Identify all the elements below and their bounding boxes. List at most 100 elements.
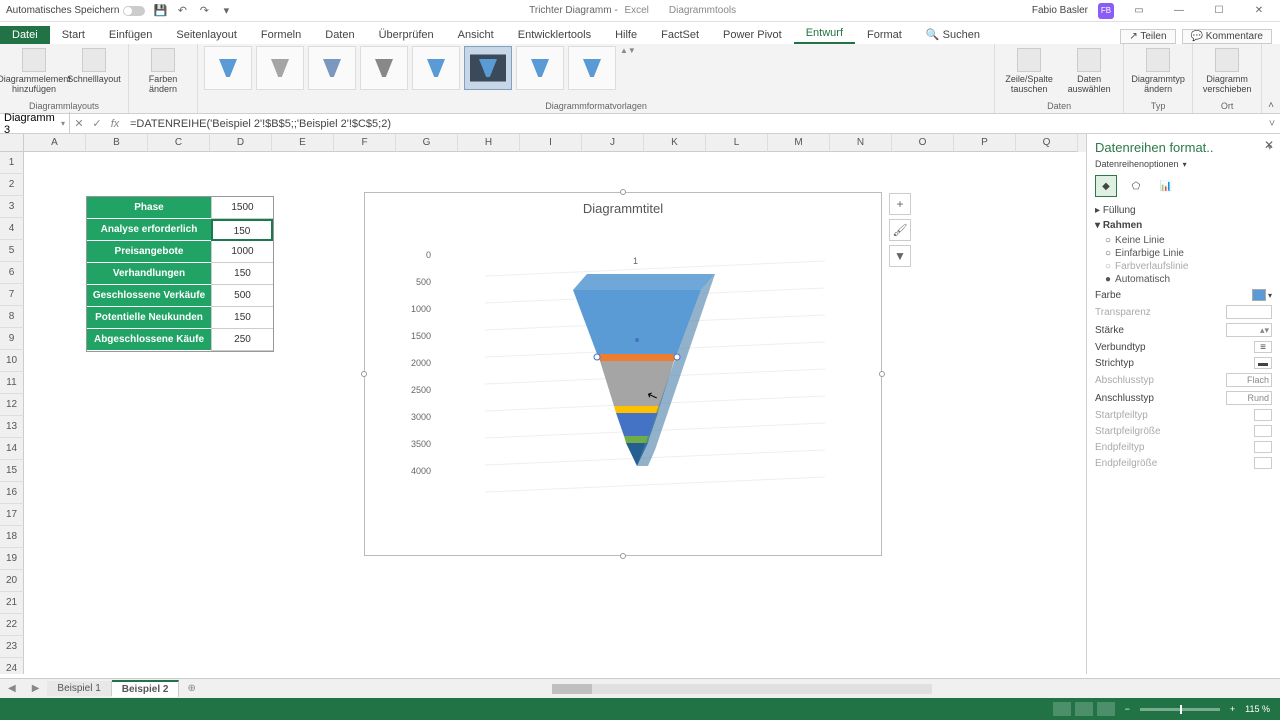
- horizontal-scrollbar[interactable]: [204, 684, 1280, 694]
- resize-handle[interactable]: [620, 189, 626, 195]
- series-analyse[interactable]: [597, 354, 677, 361]
- row-header[interactable]: 9: [0, 328, 24, 350]
- view-pagebreak-icon[interactable]: [1097, 702, 1115, 716]
- formula-input[interactable]: =DATENREIHE('Beispiel 2'!$B$5;;'Beispiel…: [124, 118, 1264, 130]
- autosave-toggle[interactable]: Automatisches Speichern: [6, 5, 145, 16]
- tab-design[interactable]: Entwurf: [794, 24, 855, 44]
- avatar[interactable]: FB: [1098, 3, 1114, 19]
- chart-style-5[interactable]: [412, 46, 460, 90]
- row-header[interactable]: 23: [0, 636, 24, 658]
- expand-formula-icon[interactable]: ˅: [1264, 118, 1280, 130]
- tab-start[interactable]: Start: [50, 26, 97, 44]
- zoom-in-icon[interactable]: +: [1230, 704, 1235, 714]
- name-box[interactable]: Diagramm 3▾: [0, 112, 70, 136]
- chart-plot-area[interactable]: [485, 256, 825, 516]
- series-verhandlungen[interactable]: [614, 406, 660, 413]
- row-headers[interactable]: 1234567891011121314151617181920212223242…: [0, 152, 24, 674]
- row-header[interactable]: 19: [0, 548, 24, 570]
- row-header[interactable]: 24: [0, 658, 24, 674]
- table-row-value[interactable]: 150: [211, 219, 273, 241]
- border-gradient-radio[interactable]: ○ Farbverlaufslinie: [1105, 261, 1272, 272]
- column-header[interactable]: K: [644, 134, 706, 152]
- view-pagelayout-icon[interactable]: [1075, 702, 1093, 716]
- row-header[interactable]: 1: [0, 152, 24, 174]
- column-header[interactable]: H: [458, 134, 520, 152]
- tab-review[interactable]: Überprüfen: [367, 26, 446, 44]
- column-header[interactable]: G: [396, 134, 458, 152]
- tab-search[interactable]: 🔍 Suchen: [914, 25, 992, 44]
- comments-button[interactable]: 💬 Kommentare: [1182, 29, 1272, 44]
- row-header[interactable]: 22: [0, 614, 24, 636]
- width-row[interactable]: Stärke▴▾: [1095, 323, 1272, 337]
- row-header[interactable]: 11: [0, 372, 24, 394]
- cancel-icon[interactable]: ✕: [70, 117, 88, 130]
- enter-icon[interactable]: ✓: [88, 117, 106, 130]
- row-header[interactable]: 2: [0, 174, 24, 196]
- zoom-level[interactable]: 115 %: [1245, 704, 1270, 714]
- column-headers[interactable]: ABCDEFGHIJKLMNOPQ: [24, 134, 1086, 152]
- chart-style-7[interactable]: [516, 46, 564, 90]
- table-row-label[interactable]: Potentielle Neukunden: [87, 307, 211, 329]
- table-row-label[interactable]: Abgeschlossene Käufe: [87, 329, 211, 351]
- save-icon[interactable]: 💾: [153, 4, 167, 18]
- column-header[interactable]: M: [768, 134, 830, 152]
- collapse-ribbon-icon[interactable]: ˄: [1262, 98, 1280, 113]
- close-pane-icon[interactable]: ✕: [1264, 138, 1274, 152]
- tab-developer[interactable]: Entwicklertools: [506, 26, 603, 44]
- column-header[interactable]: O: [892, 134, 954, 152]
- row-header[interactable]: 8: [0, 306, 24, 328]
- chart-styles-gallery[interactable]: ▲▼: [204, 46, 988, 101]
- row-header[interactable]: 16: [0, 482, 24, 504]
- table-row-label[interactable]: Analyse erforderlich: [87, 219, 211, 241]
- color-row[interactable]: Farbe▾: [1095, 289, 1272, 301]
- row-header[interactable]: 5: [0, 240, 24, 262]
- fx-icon[interactable]: fx: [106, 118, 124, 130]
- tab-factset[interactable]: FactSet: [649, 26, 711, 44]
- zoom-slider[interactable]: [1140, 708, 1220, 711]
- select-all-cell[interactable]: [0, 134, 24, 152]
- border-solid-radio[interactable]: ○ Einfarbige Linie: [1105, 248, 1272, 259]
- table-row-label[interactable]: Geschlossene Verkäufe: [87, 285, 211, 307]
- column-header[interactable]: Q: [1016, 134, 1078, 152]
- column-header[interactable]: I: [520, 134, 582, 152]
- border-auto-radio[interactable]: ● Automatisch: [1105, 274, 1272, 285]
- tab-view[interactable]: Ansicht: [446, 26, 506, 44]
- compound-row[interactable]: Verbundtyp≡: [1095, 341, 1272, 353]
- row-header[interactable]: 15: [0, 460, 24, 482]
- sheet-nav-next[interactable]: ▶: [24, 683, 48, 694]
- column-header[interactable]: E: [272, 134, 334, 152]
- change-chart-type-button[interactable]: Diagrammtyp ändern: [1130, 46, 1186, 94]
- row-header[interactable]: 10: [0, 350, 24, 372]
- add-chart-element-button[interactable]: Diagrammelement hinzufügen: [6, 46, 62, 94]
- ribbon-display-icon[interactable]: ▭: [1124, 2, 1154, 20]
- row-header[interactable]: 17: [0, 504, 24, 526]
- sheet-tab-1[interactable]: Beispiel 1: [47, 681, 111, 696]
- minimize-icon[interactable]: —: [1164, 2, 1194, 20]
- border-section[interactable]: ▾ Rahmen: [1095, 220, 1272, 231]
- chart-style-4[interactable]: [360, 46, 408, 90]
- table-row-value[interactable]: 1000: [211, 241, 273, 263]
- row-header[interactable]: 14: [0, 438, 24, 460]
- tab-help[interactable]: Hilfe: [603, 26, 649, 44]
- border-none-radio[interactable]: ○ Keine Linie: [1105, 235, 1272, 246]
- table-row-value[interactable]: 250: [211, 329, 273, 351]
- row-header[interactable]: 3: [0, 196, 24, 218]
- chart-style-3[interactable]: [308, 46, 356, 90]
- column-header[interactable]: B: [86, 134, 148, 152]
- sheet-nav-prev[interactable]: ◀: [0, 683, 24, 694]
- move-chart-button[interactable]: Diagramm verschieben: [1199, 46, 1255, 94]
- table-row-value[interactable]: 500: [211, 285, 273, 307]
- chart-title[interactable]: Diagrammtitel: [365, 193, 881, 216]
- maximize-icon[interactable]: ☐: [1204, 2, 1234, 20]
- chart-style-1[interactable]: [204, 46, 252, 90]
- tab-format[interactable]: Format: [855, 26, 914, 44]
- pane-subtitle[interactable]: Datenreihenoptionen ▾: [1095, 159, 1272, 169]
- chart-style-2[interactable]: [256, 46, 304, 90]
- switch-row-column-button[interactable]: Zeile/Spalte tauschen: [1001, 46, 1057, 94]
- table-row-label[interactable]: Verhandlungen: [87, 263, 211, 285]
- column-header[interactable]: D: [210, 134, 272, 152]
- chart-style-8[interactable]: [568, 46, 616, 90]
- column-header[interactable]: F: [334, 134, 396, 152]
- column-header[interactable]: C: [148, 134, 210, 152]
- view-normal-icon[interactable]: [1053, 702, 1071, 716]
